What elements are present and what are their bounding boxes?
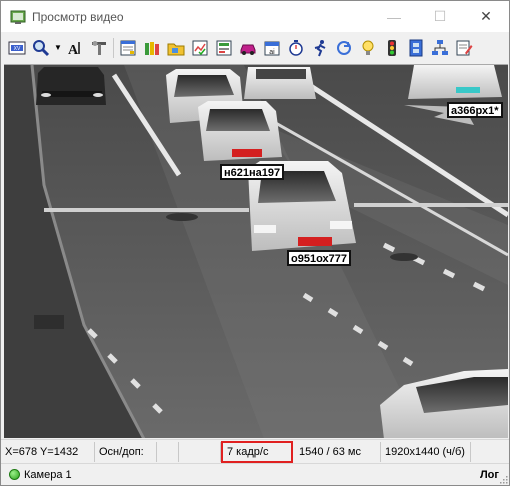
video-file-button[interactable]: XV — [5, 36, 29, 60]
resolution-readout: 1920x1440 (ч/б) — [381, 441, 471, 462]
resize-grip-icon[interactable] — [498, 474, 508, 484]
osn-dop-label: Осн/доп: — [95, 441, 157, 462]
video-frame[interactable]: а366рх1* н621на197 о951ох777 — [4, 64, 508, 438]
settings-list-button[interactable] — [212, 36, 236, 60]
plate-text-3: о951ох777 — [291, 253, 347, 265]
svg-text:ai: ai — [269, 49, 275, 56]
stopwatch-button[interactable] — [284, 36, 308, 60]
maximize-icon: ☐ — [433, 8, 447, 24]
status-bar: X=678 Y=1432 Осн/доп: 7 кадр/с 1540 / 63… — [1, 439, 509, 463]
close-button[interactable]: ✕ — [463, 1, 509, 32]
film-icon — [409, 39, 423, 56]
video-viewer-window: Просмотр видео — ☐ ✕ XV ▼ A ai а366рх1* … — [0, 0, 510, 486]
plate-label-1: а366рх1* — [447, 102, 503, 118]
window-title: Просмотр видео — [32, 9, 124, 24]
maximize-button[interactable]: ☐ — [417, 1, 463, 32]
books-icon — [145, 41, 159, 55]
camera-name[interactable]: Камера 1 — [24, 469, 72, 481]
car-white-farright — [408, 65, 502, 99]
close-icon: ✕ — [480, 8, 492, 24]
network-icon — [432, 39, 448, 55]
text-settings-button[interactable]: A — [63, 36, 87, 60]
report-icon — [120, 40, 136, 55]
timing-readout: 1540 / 63 мс — [293, 441, 381, 462]
film-button[interactable] — [404, 36, 428, 60]
text-settings-icon: A — [68, 41, 80, 57]
calendar-icon: ai — [264, 41, 280, 56]
plate-text-2: н621на197 — [224, 167, 281, 179]
status-empty-cell-2 — [179, 441, 221, 462]
lightbulb-button[interactable] — [356, 36, 380, 60]
minimize-button[interactable]: — — [371, 1, 417, 32]
calendar-button[interactable]: ai — [260, 36, 284, 60]
fps-readout: 7 кадр/с — [221, 440, 293, 463]
open-folder-button[interactable] — [164, 36, 188, 60]
plate-text-1: а366рх1* — [451, 105, 499, 117]
edit-form-button[interactable] — [452, 36, 476, 60]
log-link[interactable]: Лог — [480, 469, 499, 481]
runner-button[interactable] — [308, 36, 332, 60]
network-button[interactable] — [428, 36, 452, 60]
coords-readout: X=678 Y=1432 — [1, 441, 95, 462]
camera-status-icon — [9, 469, 20, 480]
folder-open-icon — [167, 43, 185, 55]
chart-check-icon — [192, 40, 208, 55]
traffic-light-button[interactable] — [380, 36, 404, 60]
status-empty-cell-1 — [157, 441, 179, 462]
refresh-icon — [337, 40, 351, 55]
zoom-button[interactable] — [29, 36, 53, 60]
svg-text:A: A — [68, 43, 79, 57]
plate-label-3: о951ох777 — [287, 250, 351, 266]
minimize-icon: — — [387, 8, 401, 25]
lightbulb-icon — [362, 40, 374, 55]
camera-bar: Камера 1 Лог — [1, 463, 509, 485]
settings-list-icon — [216, 40, 232, 55]
car-white-middle — [198, 101, 282, 161]
tools-button[interactable] — [87, 36, 111, 60]
toolbar-separator — [113, 37, 114, 58]
stopwatch-icon — [289, 39, 303, 56]
runner-icon — [314, 39, 326, 56]
edit-form-icon — [456, 40, 473, 55]
title-bar: Просмотр видео — ☐ ✕ — [1, 1, 509, 32]
magnifier-icon — [33, 39, 50, 56]
road-scene — [4, 65, 508, 438]
tools-icon — [92, 40, 106, 55]
video-file-icon: XV — [8, 41, 26, 54]
traffic-light-icon — [388, 39, 396, 56]
toolbar: XV ▼ A ai — [1, 32, 509, 63]
car-dark-topleft — [36, 67, 106, 105]
car-white-topright — [244, 67, 316, 99]
chart-check-button[interactable] — [188, 36, 212, 60]
dropdown-arrow-icon: ▼ — [54, 43, 62, 52]
car-button[interactable] — [236, 36, 260, 60]
car-icon — [240, 44, 256, 55]
refresh-button[interactable] — [332, 36, 356, 60]
svg-text:XV: XV — [14, 46, 21, 52]
report-button[interactable] — [116, 36, 140, 60]
books-button[interactable] — [140, 36, 164, 60]
app-icon — [10, 9, 26, 25]
plate-label-2: н621на197 — [220, 164, 285, 180]
zoom-dropdown[interactable]: ▼ — [53, 36, 63, 60]
